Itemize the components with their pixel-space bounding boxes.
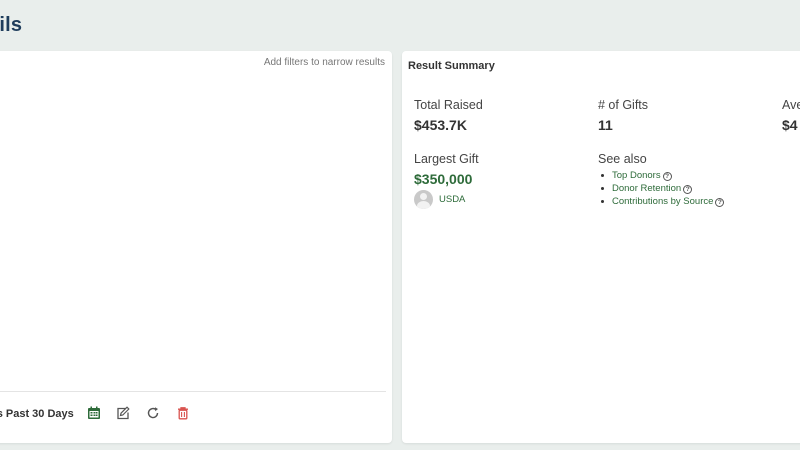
help-icon[interactable]: ? <box>715 198 725 207</box>
avatar <box>414 190 433 209</box>
see-also-link-top-donors[interactable]: Top Donors <box>612 170 661 181</box>
largest-gift-donor[interactable]: USDA <box>414 190 479 209</box>
metric-num-gifts: # of Gifts 11 <box>598 98 648 133</box>
metric-value: 11 <box>598 117 613 133</box>
trash-icon[interactable] <box>176 406 192 422</box>
metric-label: Largest Gift <box>414 152 479 166</box>
summary-title: Result Summary <box>408 60 495 72</box>
list-item[interactable]: Top Donors? <box>598 169 724 182</box>
list-item[interactable]: Donor Retention? <box>598 182 724 195</box>
see-also-link-donor-retention[interactable]: Donor Retention <box>612 183 681 194</box>
metric-label: Ave <box>782 98 800 112</box>
calendar-icon[interactable] <box>87 406 103 422</box>
metric-value: $4 <box>782 117 798 133</box>
page-title: ails <box>0 14 23 36</box>
saved-filter-label: ns Past 30 Days <box>0 408 74 420</box>
see-also-label: See also <box>598 152 647 166</box>
filters-hint: Add filters to narrow results <box>263 57 385 68</box>
see-also-list: Top Donors? Donor Retention? Contributio… <box>598 169 725 208</box>
donor-name-link[interactable]: USDA <box>439 194 465 205</box>
metric-label: Total Raised <box>414 98 483 112</box>
metric-total-raised: Total Raised $453.7K <box>414 98 483 133</box>
filters-panel: Add filters to narrow results t ns Past … <box>0 51 392 443</box>
result-summary-panel: Result Summary Total Raised $453.7K # of… <box>402 51 800 443</box>
metric-value: $453.7K <box>414 117 467 133</box>
edit-icon[interactable] <box>116 406 132 422</box>
metric-average: Ave $4 <box>782 98 800 133</box>
help-icon[interactable]: ? <box>683 185 693 194</box>
see-also-link-contributions-by-source[interactable]: Contributions by Source <box>612 196 713 207</box>
list-item[interactable]: Contributions by Source? <box>598 195 725 208</box>
help-icon[interactable]: ? <box>662 172 672 181</box>
refresh-icon[interactable] <box>146 406 162 422</box>
filter-divider <box>0 391 386 392</box>
metric-largest-gift: Largest Gift $350,000 USDA <box>414 152 479 209</box>
see-also-section: See also Top Donors? Donor Retention? Co… <box>598 152 725 208</box>
metric-label: # of Gifts <box>598 98 649 112</box>
metric-value: $350,000 <box>414 171 473 187</box>
